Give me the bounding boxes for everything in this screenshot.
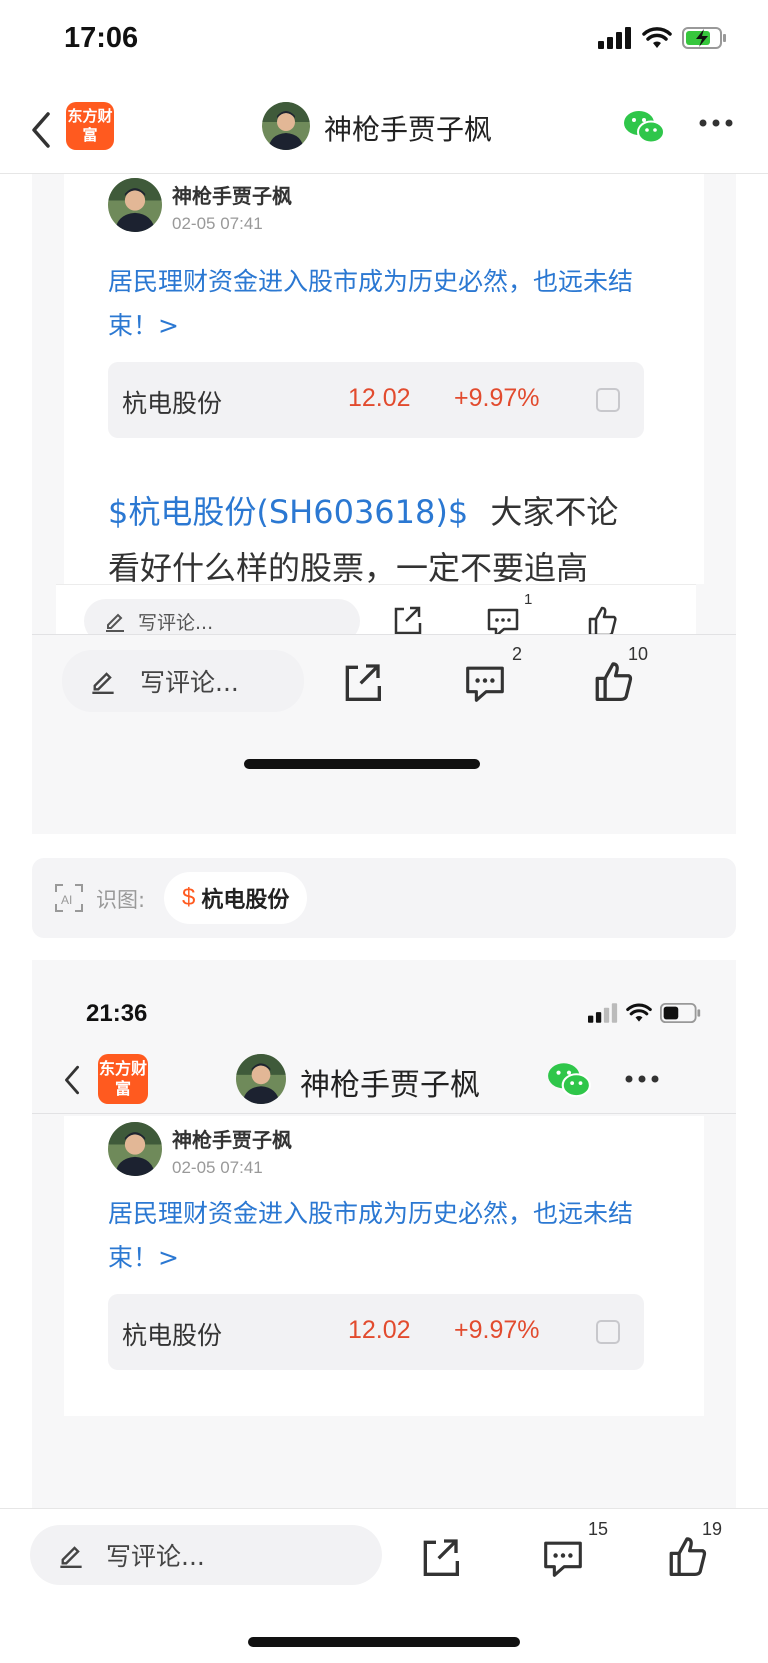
post-author: 神枪手贾子枫 xyxy=(172,184,292,208)
stock-chip-label: 杭电股份 xyxy=(201,888,290,913)
home-indicator xyxy=(248,1637,520,1647)
back-chevron-icon[interactable] xyxy=(60,1060,84,1100)
share-icon[interactable] xyxy=(342,662,382,702)
battery-icon xyxy=(660,1002,701,1024)
comment-icon[interactable] xyxy=(486,607,520,637)
page-title: 神枪手贾子枫 xyxy=(300,1068,480,1103)
like-thumb-icon[interactable] xyxy=(666,1535,708,1577)
comment-count: 1 xyxy=(524,591,533,608)
shared-screenshot-2: 21:36 东方财富 神枪手贾子枫 神枪手贾子枫 02-05 07:41 居民理… xyxy=(32,960,736,1510)
status-bar: 17:06 xyxy=(0,0,768,86)
post-author: 神枪手贾子枫 xyxy=(172,1128,292,1152)
pencil-icon xyxy=(92,672,114,694)
page-title: 神枪手贾子枫 xyxy=(324,113,493,146)
nav-bar: 东方财富 神枪手贾子枫 xyxy=(32,1046,736,1114)
home-indicator xyxy=(244,759,480,769)
stock-change: +9.97% xyxy=(454,1316,540,1344)
post-body-line-1: $杭电股份(SH603618)$ 大家不论 xyxy=(108,493,619,531)
like-thumb-icon[interactable] xyxy=(586,605,618,637)
screenshot1-footer: 写评论... 2 10 xyxy=(32,634,736,834)
like-thumb-icon[interactable] xyxy=(592,660,634,702)
comment-count: 2 xyxy=(512,644,523,664)
svg-text:AI: AI xyxy=(61,893,72,907)
status-icons xyxy=(598,26,728,50)
stock-quote-row[interactable]: 杭电股份 12.02 +9.97% xyxy=(108,362,644,438)
avatar[interactable] xyxy=(236,1054,286,1104)
stock-change: +9.97% xyxy=(454,384,540,412)
stock-name: 杭电股份 xyxy=(122,389,223,418)
ai-label: 识图: xyxy=(96,888,146,912)
stock-name: 杭电股份 xyxy=(122,1321,223,1350)
comment-input[interactable]: 写评论... xyxy=(62,650,304,712)
stock-price: 12.02 xyxy=(348,384,411,412)
share-icon[interactable] xyxy=(420,1537,460,1577)
status-time: 17:06 xyxy=(64,22,139,54)
nav-bar: 东方财富 神枪手贾子枫 xyxy=(0,88,768,174)
checkbox[interactable] xyxy=(596,388,620,412)
pencil-icon xyxy=(106,613,124,632)
bottom-action-bar: 写评论... 15 19 xyxy=(0,1508,768,1663)
ai-scan-icon: AI xyxy=(55,884,83,912)
post-title-link[interactable]: 居民理财资金进入股市成为历史必然，也远未结束！> xyxy=(108,1192,668,1280)
avatar[interactable] xyxy=(262,102,310,150)
more-icon[interactable] xyxy=(698,118,734,128)
comment-input[interactable]: 写评论... xyxy=(30,1525,382,1585)
shared-screenshot-1: 神枪手贾子枫 02-05 07:41 居民理财资金进入股市成为历史必然，也远未结… xyxy=(32,174,736,834)
comment-icon[interactable] xyxy=(542,1539,584,1577)
wifi-icon xyxy=(642,27,672,48)
checkbox[interactable] xyxy=(596,1320,620,1344)
post-time: 02-05 07:41 xyxy=(172,1158,263,1177)
stock-price: 12.02 xyxy=(348,1316,411,1344)
wechat-share-icon[interactable] xyxy=(622,108,666,146)
app-logo[interactable]: 东方财富 xyxy=(66,102,114,150)
comment-icon[interactable] xyxy=(464,664,506,702)
stock-chip[interactable]: $ 杭电股份 xyxy=(164,872,308,924)
inner-action-bar: 写评论... 1 xyxy=(56,584,696,643)
avatar xyxy=(108,1122,162,1176)
cellular-signal-icon xyxy=(598,27,631,49)
app-logo[interactable]: 东方财富 xyxy=(98,1054,148,1104)
stock-quote-row[interactable]: 杭电股份 12.02 +9.97% xyxy=(108,1294,644,1370)
battery-charging-icon xyxy=(682,27,726,49)
like-count: 10 xyxy=(628,644,649,664)
like-count: 19 xyxy=(702,1519,723,1539)
status-time: 21:36 xyxy=(86,1000,148,1027)
pencil-icon xyxy=(60,1546,82,1568)
share-icon[interactable] xyxy=(392,605,422,635)
stock-tag-link[interactable]: $杭电股份(SH603618)$ xyxy=(108,493,468,531)
status-icons xyxy=(588,1002,702,1024)
post-time: 02-05 07:41 xyxy=(172,214,263,233)
wechat-share-icon[interactable] xyxy=(546,1060,592,1100)
dollar-icon: $ xyxy=(182,884,196,911)
post-title-link[interactable]: 居民理财资金进入股市成为历史必然，也远未结束！> xyxy=(108,260,668,348)
cellular-signal-icon xyxy=(588,1003,618,1023)
comment-count: 15 xyxy=(588,1519,609,1539)
avatar xyxy=(108,178,162,232)
more-icon[interactable] xyxy=(624,1074,660,1084)
wifi-icon xyxy=(626,1003,652,1022)
back-chevron-icon[interactable] xyxy=(26,108,56,152)
ai-recognition-bar: AI 识图: $ 杭电股份 xyxy=(32,858,736,938)
